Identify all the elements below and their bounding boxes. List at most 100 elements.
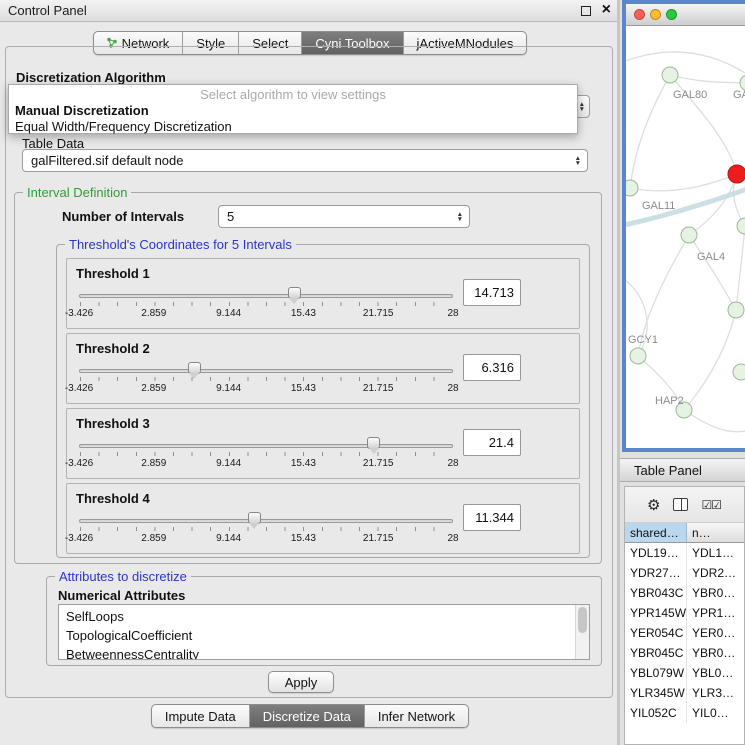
threshold-2-value-input[interactable] <box>463 354 521 381</box>
network-canvas[interactable]: GAL80GAGAL11GAL4GCY1HAP2 <box>626 26 745 448</box>
slider-track[interactable] <box>79 444 453 448</box>
number-of-intervals-label: Number of Intervals <box>62 209 184 224</box>
network-node[interactable] <box>733 364 745 380</box>
attribute-item[interactable]: BetweennessCentrality <box>59 645 589 660</box>
column-header-name[interactable]: n… <box>687 523 744 543</box>
table-row[interactable]: YLR345W YLR3… <box>625 683 744 703</box>
tick-label: 15.43 <box>291 458 316 469</box>
threshold-label: Threshold 4 <box>76 491 150 506</box>
table-row[interactable]: YDL19… YDL1… <box>625 543 744 563</box>
tick-label: 15.43 <box>291 383 316 394</box>
network-node[interactable] <box>728 302 744 318</box>
spinner-arrows-icon: ▲▼ <box>457 212 463 222</box>
threshold-4-value-input[interactable] <box>463 504 521 531</box>
table-row[interactable]: YBR043C YBR0… <box>625 583 744 603</box>
table-row[interactable]: YBL079W YBL0… <box>625 663 744 683</box>
spinner-arrows-icon: ▲▼ <box>575 156 581 166</box>
slider-tickmarks <box>80 452 452 456</box>
table-row[interactable]: YIL052C YIL0… <box>625 703 744 723</box>
zoom-traffic-light-icon[interactable] <box>666 9 677 20</box>
network-node-label: GAL11 <box>642 200 675 212</box>
threshold-2-slider[interactable]: -3.4262.8599.14415.4321.71528 <box>79 361 453 401</box>
cell-name: YIL0… <box>687 703 744 723</box>
right-panel: GAL80GAGAL11GAL4GCY1HAP2 Table Panel ⚙ ☑… <box>620 0 745 745</box>
table-body: YDL19… YDL1…YDR27… YDR2…YBR043C YBR0…YPR… <box>625 543 744 744</box>
network-node-selected[interactable] <box>728 165 745 183</box>
tick-label: 28 <box>447 383 458 394</box>
column-header-shared-name[interactable]: shared… <box>625 523 687 543</box>
cell-name: YPR1… <box>687 603 744 623</box>
table-row[interactable]: YER054C YER0… <box>625 623 744 643</box>
network-node[interactable] <box>630 348 646 364</box>
table-data-value: galFiltered.sif default node <box>31 153 183 168</box>
table-row[interactable]: YBR045C YBR0… <box>625 643 744 663</box>
minimize-traffic-light-icon[interactable] <box>650 9 661 20</box>
window-title: Control Panel <box>8 3 87 18</box>
algorithm-option-manual-discretization[interactable]: Manual Discretization <box>9 103 577 119</box>
cell-shared-name: YBR043C <box>625 583 687 603</box>
slider-thumb[interactable] <box>288 287 301 299</box>
numerical-attributes-list[interactable]: SelfLoopsTopologicalCoefficientBetweenne… <box>58 604 590 660</box>
tick-label: 15.43 <box>291 308 316 319</box>
threshold-3-value-input[interactable] <box>463 429 521 456</box>
table-row[interactable]: YDR27… YDR2… <box>625 563 744 583</box>
bottom-tab-infer-network[interactable]: Infer Network <box>364 705 468 727</box>
threshold-2-panel: Threshold 2 -3.4262.8599.14415.4321.7152… <box>66 333 580 404</box>
network-node[interactable] <box>681 227 697 243</box>
spinner-arrows-icon: ▲▼ <box>579 102 585 112</box>
network-node[interactable] <box>662 67 678 83</box>
table-data-combobox[interactable]: galFiltered.sif default node ▲▼ <box>22 149 588 172</box>
table-toolbar: ⚙ ☑☑ <box>625 487 744 523</box>
cell-shared-name: YIL052C <box>625 703 687 723</box>
threshold-1-value-input[interactable] <box>463 279 521 306</box>
close-traffic-light-icon[interactable] <box>634 9 645 20</box>
slider-thumb[interactable] <box>367 437 380 449</box>
cell-shared-name: YLR345W <box>625 683 687 703</box>
table-panel-header: Table Panel <box>620 458 745 482</box>
bottom-tab-impute-data[interactable]: Impute Data <box>152 705 249 727</box>
slider-thumb[interactable] <box>188 362 201 374</box>
slider-track[interactable] <box>79 294 453 298</box>
algorithm-placeholder-option[interactable]: Select algorithm to view settings <box>9 87 577 103</box>
scrollbar-thumb[interactable] <box>578 607 587 633</box>
tick-label: 9.144 <box>216 458 241 469</box>
cell-name: YDL1… <box>687 543 744 563</box>
columns-icon[interactable] <box>673 498 688 511</box>
attribute-item[interactable]: TopologicalCoefficient <box>59 626 589 645</box>
network-node-label: HAP2 <box>655 395 684 407</box>
tick-label: 28 <box>447 308 458 319</box>
slider-thumb[interactable] <box>248 512 261 524</box>
float-window-icon[interactable] <box>581 6 591 16</box>
threshold-label: Threshold 3 <box>76 416 150 431</box>
slider-track[interactable] <box>79 369 453 373</box>
tick-label: 28 <box>447 533 458 544</box>
gear-icon[interactable]: ⚙ <box>647 496 660 514</box>
network-node-label: GAL4 <box>697 251 725 263</box>
cell-shared-name: YER054C <box>625 623 687 643</box>
bottom-tab-discretize-data[interactable]: Discretize Data <box>249 705 364 727</box>
threshold-4-slider[interactable]: -3.4262.8599.14415.4321.71528 <box>79 511 453 551</box>
threshold-3-slider[interactable]: -3.4262.8599.14415.4321.71528 <box>79 436 453 476</box>
table-row[interactable]: YPR145W YPR1… <box>625 603 744 623</box>
close-icon[interactable]: × <box>602 1 611 19</box>
attribute-item[interactable]: SelfLoops <box>59 607 589 626</box>
bottom-tab-bar: Impute DataDiscretize DataInfer Network <box>151 704 469 728</box>
select-all-icon[interactable]: ☑☑ <box>701 498 721 512</box>
tick-label: 2.859 <box>141 308 166 319</box>
tick-label: 21.715 <box>363 458 394 469</box>
number-of-intervals-combobox[interactable]: 5 ▲▼ <box>218 205 470 228</box>
cell-shared-name: YDR27… <box>625 563 687 583</box>
network-node[interactable] <box>737 218 745 234</box>
slider-track[interactable] <box>79 519 453 523</box>
network-node[interactable] <box>626 180 638 196</box>
tick-label: 21.715 <box>363 383 394 394</box>
tick-label: 9.144 <box>216 383 241 394</box>
attributes-scrollbar[interactable] <box>575 605 589 659</box>
threshold-1-slider[interactable]: -3.4262.8599.14415.4321.71528 <box>79 286 453 326</box>
network-node-label: GAL80 <box>673 89 707 101</box>
apply-button[interactable]: Apply <box>268 671 334 693</box>
tick-label: 9.144 <box>216 308 241 319</box>
algorithm-option-equal-width-frequency[interactable]: Equal Width/Frequency Discretization <box>9 119 577 135</box>
tick-label: 15.43 <box>291 533 316 544</box>
tick-label: -3.426 <box>65 458 93 469</box>
